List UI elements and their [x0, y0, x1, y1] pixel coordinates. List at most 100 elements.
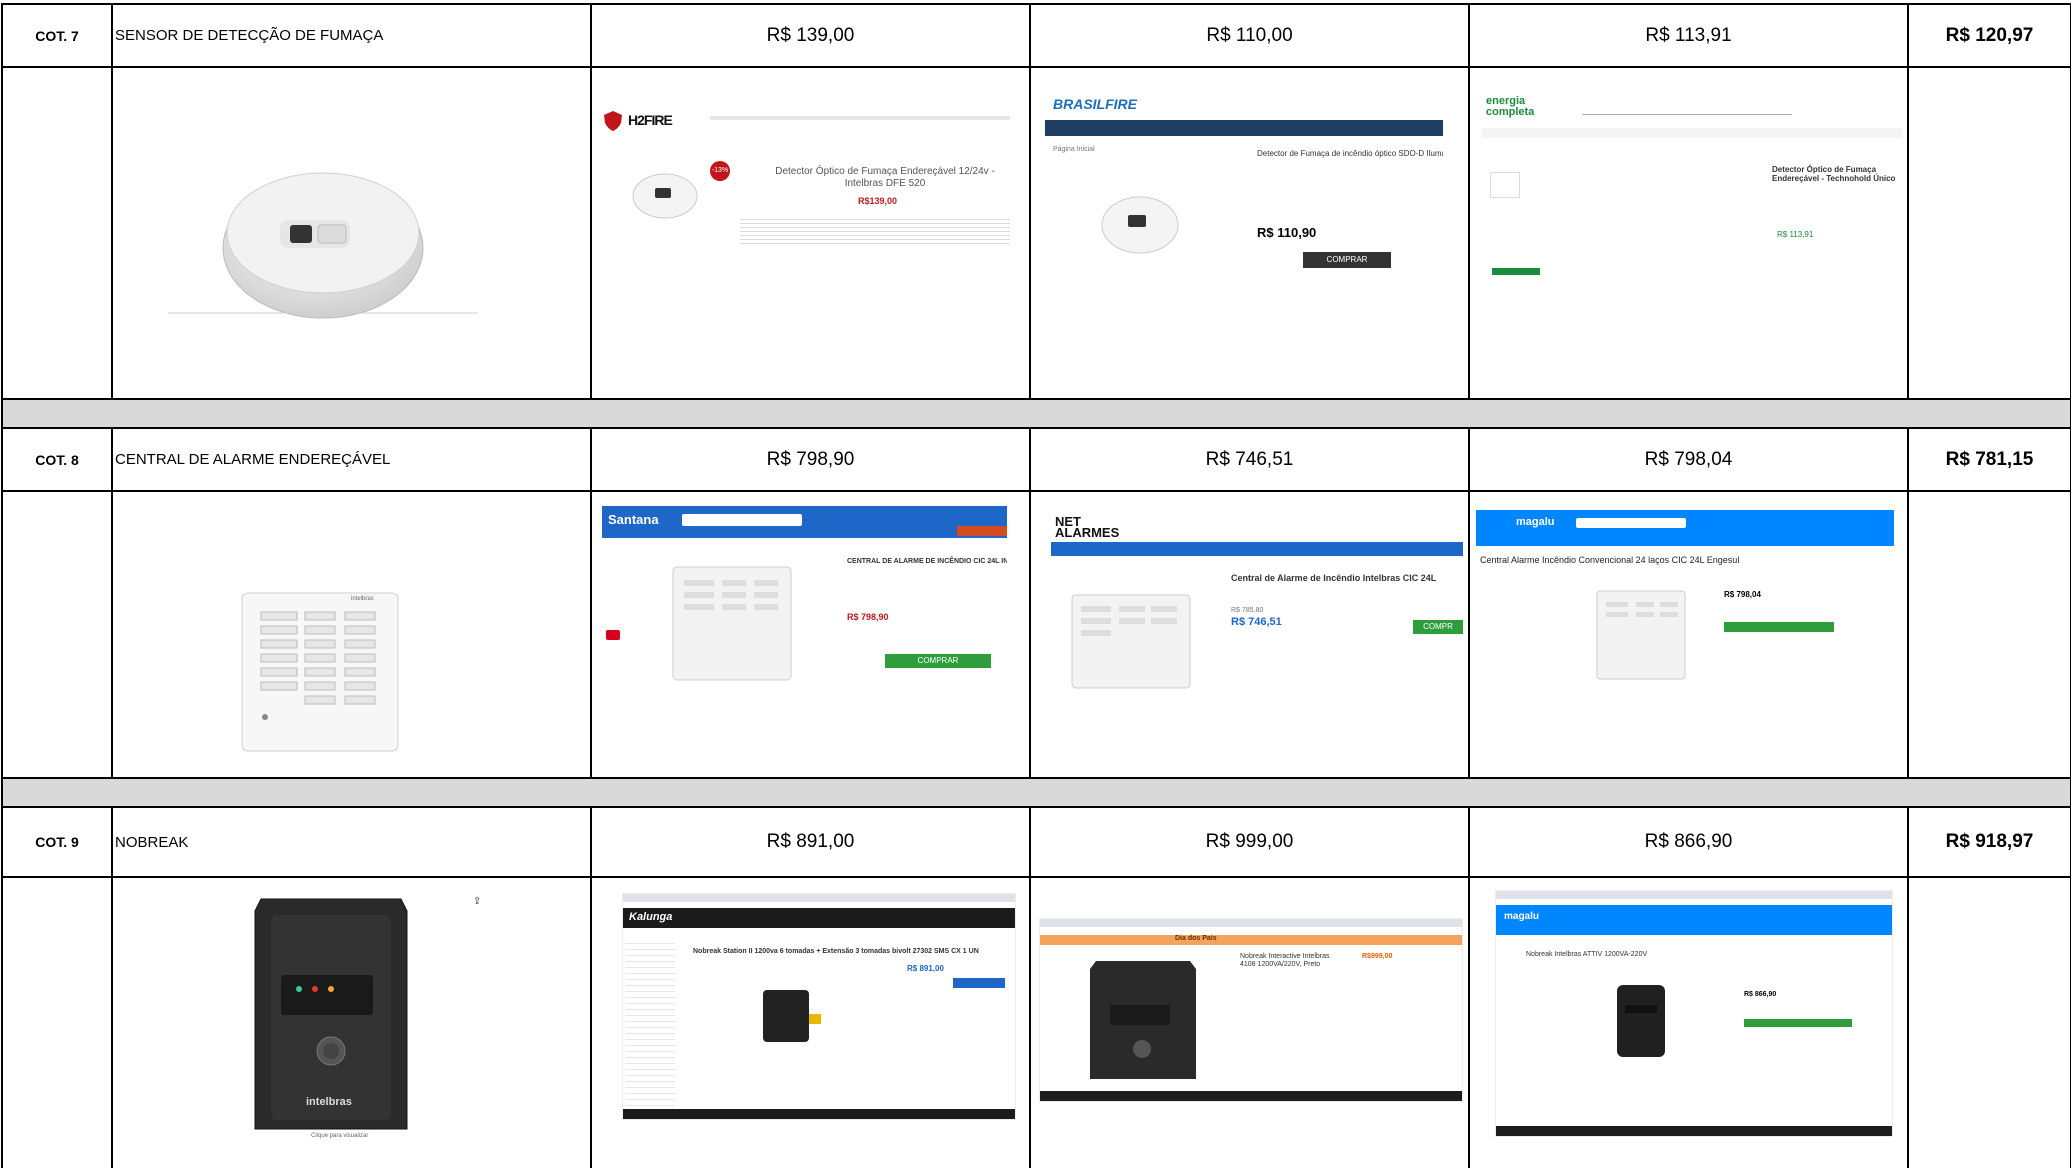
- average-price: R$ 918,97: [1907, 806, 2071, 878]
- screenshot-cell-3: energia completa Detector Óptico de Fuma…: [1468, 66, 1909, 400]
- product-title: Central de Alarme de Incêndio Intelbras …: [1231, 573, 1437, 583]
- search-bar[interactable]: [1582, 102, 1792, 115]
- alarm-panel-thumb: [672, 566, 792, 681]
- product-price: R$ 110,90: [1257, 225, 1317, 240]
- product-price: R$ 746,51: [1231, 616, 1282, 628]
- store-nav: [710, 116, 1010, 120]
- smoke-detector-thumb: [1101, 196, 1179, 254]
- screenshot-cell-1: Santana CENTRAL DE ALARME DE INCÊNDIO CI…: [590, 490, 1031, 779]
- add-to-cart-button[interactable]: [1724, 622, 1834, 632]
- product-title: Detector Óptico de Fumaça Endereçável 12…: [775, 166, 995, 189]
- product-title: Detector Óptico de Fumaça Endereçável - …: [1772, 165, 1896, 183]
- browser-tabs: [623, 894, 1015, 902]
- promo-text: Dia dos Pais: [1175, 935, 1217, 942]
- quote-price-1: R$ 891,00: [590, 806, 1031, 878]
- taskbar: [1496, 1126, 1892, 1136]
- store-logo: Kalunga: [629, 911, 673, 923]
- item-code: COT. 8: [1, 427, 113, 492]
- product-title: Central Alarme Incêndio Convencional 24 …: [1480, 555, 1740, 565]
- row-header: COT. 8 CENTRAL DE ALARME ENDEREÇÁVEL R$ …: [1, 427, 2071, 492]
- average-price: R$ 781,15: [1907, 427, 2071, 492]
- store-screenshot: Dia dos Pais Nobreak Interactive Intelbr…: [1039, 918, 1463, 1102]
- discount-badge: -13%: [710, 161, 730, 181]
- share-icon[interactable]: ⇪: [473, 896, 481, 907]
- store-nav: [1051, 542, 1463, 556]
- store-header: [623, 908, 1015, 928]
- category-sidebar: [625, 938, 675, 1108]
- product-title: Nobreak Interactive Intelbras 4108 1200V…: [1240, 953, 1330, 968]
- product-title: Nobreak Station II 1200va 6 tomadas + Ex…: [693, 948, 979, 955]
- store-nav: [1482, 128, 1902, 138]
- browser-tabs: [1496, 891, 1892, 899]
- product-price: R$ 798,90: [847, 612, 889, 622]
- item-description: CENTRAL DE ALARME ENDEREÇÁVEL: [111, 427, 592, 492]
- product-title: Nobreak Intelbras ATTIV 1200VA-220V: [1526, 951, 1648, 958]
- item-code: COT. 9: [1, 806, 113, 878]
- smoke-detector-thumb: [632, 173, 698, 219]
- search-bar[interactable]: [682, 514, 802, 526]
- average-price: R$ 120,97: [1907, 3, 2071, 68]
- panel-brand: intelbras: [351, 596, 374, 602]
- nobreak-brand: intelbras: [306, 1096, 352, 1108]
- store-logo: BRASILFIRE: [1053, 96, 1137, 112]
- product-price: R$999,00: [1362, 953, 1393, 960]
- nobreak-thumb: [763, 990, 821, 1042]
- promo-banner: [1040, 935, 1462, 945]
- store-nav: [957, 526, 1007, 536]
- taskbar: [1040, 1091, 1462, 1101]
- row-header: COT. 9 NOBREAK R$ 891,00 R$ 999,00 R$ 86…: [1, 806, 2071, 878]
- product-price: R$ 891,00: [907, 964, 944, 973]
- quote-table: COT. 7 SENSOR DE DETECÇÃO DE FUMAÇA R$ 1…: [1, 3, 2071, 1168]
- buy-button[interactable]: COMPRAR: [885, 654, 991, 668]
- store-screenshot: magalu Nobreak Intelbras ATTIV 1200VA-22…: [1495, 890, 1893, 1137]
- store-logo: magalu: [1504, 911, 1540, 922]
- buy-button[interactable]: [953, 978, 1005, 988]
- product-title: Detector de Fumaça de incêndio óptico SD…: [1257, 149, 1443, 158]
- row-images: intelbras Clique para visualizar ⇪ Kalun…: [1, 876, 2071, 1168]
- quote-price-1: R$ 798,90: [590, 427, 1031, 492]
- store-screenshot: NET ALARMES Central de Alarme de Incêndi…: [1051, 514, 1463, 692]
- store-nav: [1045, 120, 1443, 136]
- product-photo-cell: intelbras: [111, 490, 592, 779]
- quote-price-3: R$ 113,91: [1468, 3, 1909, 68]
- store-screenshot: H2FIRE -13% Detector Óptico de Fumaça En…: [600, 106, 1022, 271]
- empty-cell: [1907, 876, 2071, 1168]
- quote-price-2: R$ 746,51: [1029, 427, 1470, 492]
- store-screenshot: energia completa Detector Óptico de Fuma…: [1482, 90, 1902, 275]
- description-text: [740, 216, 1010, 246]
- old-price: R$ 785,80: [1231, 607, 1264, 614]
- quote-price-2: R$ 110,00: [1029, 3, 1470, 68]
- product-price: R$ 866,90: [1744, 991, 1777, 998]
- nobreak-thumb: [1617, 985, 1665, 1057]
- store-header: [1496, 905, 1892, 935]
- smoke-detector-image: [168, 172, 478, 319]
- buy-button[interactable]: COMPR: [1413, 620, 1463, 634]
- quote-price-2: R$ 999,00: [1029, 806, 1470, 878]
- quote-price-3: R$ 866,90: [1468, 806, 1909, 878]
- screenshot-cell-3: magalu Central Alarme Incêndio Convencio…: [1468, 490, 1909, 779]
- product-price: R$ 113,91: [1777, 230, 1814, 239]
- add-to-cart-button[interactable]: [1744, 1019, 1852, 1027]
- green-tag: [1492, 268, 1540, 275]
- store-header: [602, 506, 1007, 538]
- empty-cell: [1, 66, 113, 400]
- item-description: SENSOR DE DETECÇÃO DE FUMAÇA: [111, 3, 592, 68]
- alarm-panel-image: [241, 592, 399, 752]
- store-screenshot: Santana CENTRAL DE ALARME DE INCÊNDIO CI…: [602, 506, 1007, 696]
- empty-cell: [1907, 66, 2071, 400]
- search-bar[interactable]: [1576, 518, 1686, 528]
- screenshot-cell-3: magalu Nobreak Intelbras ATTIV 1200VA-22…: [1468, 876, 1909, 1168]
- row-images: intelbras Santana CENTRAL DE ALARME DE I…: [1, 490, 2071, 779]
- product-photo-cell: intelbras Clique para visualizar ⇪: [111, 876, 592, 1168]
- store-logo: energia completa: [1486, 95, 1535, 118]
- row-separator: [1, 398, 2071, 429]
- browser-tabs: [1040, 919, 1462, 927]
- store-logo: magalu: [1516, 516, 1555, 528]
- buy-button[interactable]: COMPRAR: [1303, 252, 1391, 268]
- screenshot-cell-2: Dia dos Pais Nobreak Interactive Intelbr…: [1029, 876, 1470, 1168]
- store-screenshot: Kalunga Nobreak Station II 1200va 6 toma…: [622, 893, 1016, 1120]
- screenshot-cell-1: Kalunga Nobreak Station II 1200va 6 toma…: [590, 876, 1031, 1168]
- item-description: NOBREAK: [111, 806, 592, 878]
- empty-cell: [1, 876, 113, 1168]
- product-photo-cell: [111, 66, 592, 400]
